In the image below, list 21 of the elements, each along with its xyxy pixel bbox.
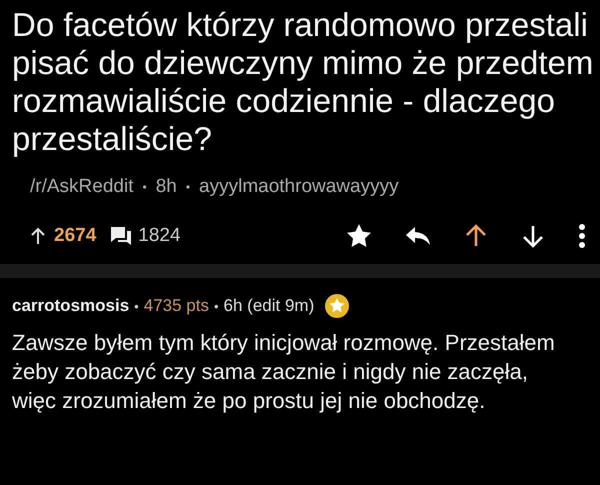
separator-dot: • bbox=[134, 298, 139, 314]
post-title: Do facetów którzy randomowo przestali pisać do dziewczyny mimo że przedtem rozmawialiście codziennie - dlaczego przestaliście? bbox=[12, 6, 594, 158]
comment-age: 6h (edit 9m) bbox=[224, 296, 314, 316]
comment-points: 4735 pts bbox=[144, 296, 209, 316]
comment-body: Zawsze byłem tym który inicjował rozmowę. Przestałem żeby zobaczyć czy sama zacznie i nigdy nie zaczęła, więc zrozumiałem że po prostu jej nie obchodzę. bbox=[12, 329, 556, 415]
reply-icon[interactable] bbox=[405, 225, 431, 247]
comments-icon bbox=[110, 226, 132, 246]
comment-count: 1824 bbox=[138, 225, 181, 247]
upvote-icon[interactable] bbox=[464, 224, 488, 248]
downvote-icon[interactable] bbox=[521, 224, 545, 248]
comment-author[interactable]: carrotosmosis bbox=[12, 296, 130, 316]
star-icon[interactable] bbox=[346, 223, 372, 249]
more-icon[interactable] bbox=[578, 224, 586, 248]
separator-dot: • bbox=[214, 298, 219, 314]
post-age: 8h bbox=[156, 176, 177, 198]
separator-dot: • bbox=[186, 180, 190, 194]
post-author[interactable]: ayyylmaothrowawayyyy bbox=[199, 176, 399, 198]
subreddit-link[interactable]: /r/AskReddit bbox=[30, 176, 134, 198]
separator-dot: • bbox=[142, 180, 147, 194]
upvote-arrow-icon bbox=[30, 227, 46, 245]
score: 2674 bbox=[54, 225, 96, 247]
